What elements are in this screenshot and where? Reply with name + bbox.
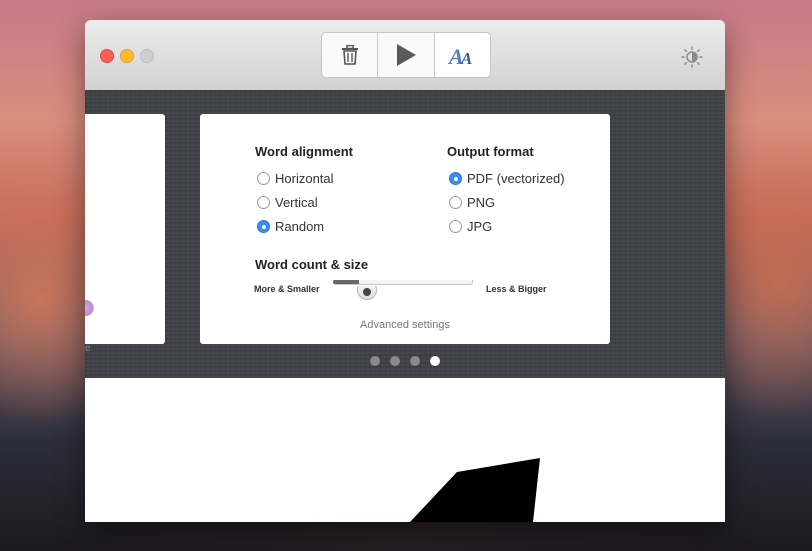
radio-png[interactable]: PNG xyxy=(449,195,495,210)
page-dot-3[interactable] xyxy=(410,356,420,366)
word-cloud-shape xyxy=(410,458,540,522)
radio-horizontal[interactable]: Horizontal xyxy=(257,171,334,186)
radio-random[interactable]: Random xyxy=(257,219,324,234)
word-alignment-title: Word alignment xyxy=(255,144,353,159)
slider-min-label: More & Smaller xyxy=(254,284,320,294)
radio-button[interactable] xyxy=(449,196,462,209)
close-window-button[interactable] xyxy=(100,49,114,63)
generate-button[interactable] xyxy=(378,33,435,77)
settings-card: Word alignment Horizontal Vertical Rando… xyxy=(200,114,610,344)
appearance-button[interactable] xyxy=(681,46,703,68)
radio-vertical[interactable]: Vertical xyxy=(257,195,318,210)
radio-button[interactable] xyxy=(449,220,462,233)
page-indicator xyxy=(370,356,440,366)
radio-button[interactable] xyxy=(257,172,270,185)
word-count-slider-knob[interactable] xyxy=(357,286,377,300)
radio-jpg[interactable]: JPG xyxy=(449,219,492,234)
play-icon xyxy=(396,44,416,66)
radio-label: PNG xyxy=(467,195,496,210)
toolbar-segmented-control: A A xyxy=(321,32,491,78)
radio-label: JPG xyxy=(467,219,493,234)
brightness-icon xyxy=(681,46,703,68)
radio-label: Vertical xyxy=(275,195,318,210)
output-format-title: Output format xyxy=(447,144,534,159)
advanced-settings-link[interactable]: Advanced settings xyxy=(200,319,610,331)
font-style-button[interactable]: A A xyxy=(434,33,490,77)
radio-button[interactable] xyxy=(257,196,270,209)
page-dot-2[interactable] xyxy=(390,356,400,366)
svg-text:A: A xyxy=(460,49,472,67)
zoom-window-button[interactable] xyxy=(140,49,154,63)
previous-card[interactable]: e xyxy=(85,114,165,354)
radio-label: PDF (vectorized) xyxy=(467,171,565,186)
radio-button-selected[interactable] xyxy=(257,220,270,233)
title-bar: A A xyxy=(85,20,725,91)
word-cloud-canvas[interactable] xyxy=(85,378,725,522)
radio-pdf[interactable]: PDF (vectorized) xyxy=(449,171,565,186)
slider-max-label: Less & Bigger xyxy=(486,284,547,294)
word-count-title: Word count & size xyxy=(255,257,369,272)
settings-carousel: e Word alignment Horizontal Vertical Ran… xyxy=(85,90,725,378)
app-window: A A e Word alignment Horizontal Vertical… xyxy=(85,20,725,522)
minimize-window-button[interactable] xyxy=(120,49,134,63)
color-swatch xyxy=(85,300,94,316)
word-count-slider-fill xyxy=(333,280,359,284)
trash-icon xyxy=(341,45,358,65)
delete-button[interactable] xyxy=(322,33,379,77)
font-style-icon: A A xyxy=(448,44,472,67)
radio-button-selected[interactable] xyxy=(449,172,462,185)
radio-label: Horizontal xyxy=(275,171,334,186)
page-dot-1[interactable] xyxy=(370,356,380,366)
radio-label: Random xyxy=(275,219,325,234)
page-dot-4[interactable] xyxy=(430,356,440,366)
previous-card-text: e xyxy=(85,343,91,354)
